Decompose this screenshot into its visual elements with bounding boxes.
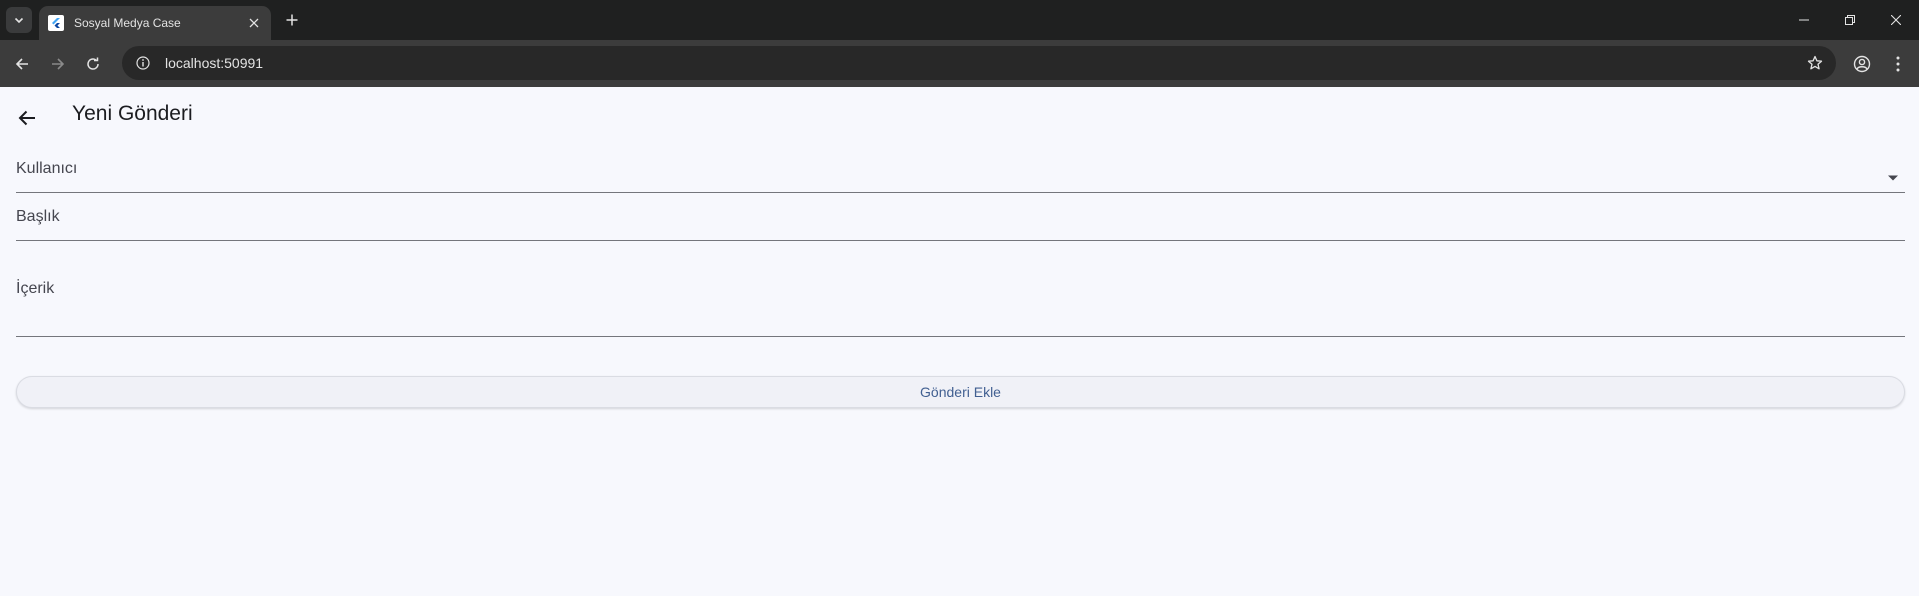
dropdown-arrow-icon: [1888, 175, 1898, 181]
page-title: Yeni Gönderi: [72, 102, 193, 125]
content-input[interactable]: İçerik: [16, 241, 1905, 337]
reload-icon: [87, 57, 99, 70]
restore-button[interactable]: [1827, 0, 1873, 40]
plus-icon: [286, 14, 298, 26]
back-button[interactable]: [12, 103, 42, 133]
close-tab-icon[interactable]: [245, 14, 263, 32]
forward-nav-button[interactable]: [47, 53, 69, 75]
address-bar[interactable]: localhost:50991: [122, 46, 1836, 80]
tab-title: Sosyal Medya Case: [74, 16, 181, 30]
kebab-menu-icon: [1896, 56, 1900, 72]
tab-search-button[interactable]: [6, 7, 32, 33]
app-page: Yeni Gönderi Kullanıcı Başlık İçerik Gön…: [0, 87, 1919, 596]
browser-toolbar: localhost:50991: [0, 40, 1919, 87]
back-nav-button[interactable]: [11, 53, 33, 75]
browser-menu-button[interactable]: [1887, 53, 1909, 75]
close-icon: [1891, 15, 1901, 25]
new-tab-button[interactable]: [282, 10, 302, 30]
title-input[interactable]: Başlık: [16, 193, 1905, 241]
site-info-icon[interactable]: [134, 54, 152, 72]
arrow-right-icon: [52, 58, 65, 70]
arrow-left-icon: [15, 58, 28, 70]
content-field-label: İçerik: [16, 280, 55, 297]
url-text: localhost:50991: [165, 55, 264, 71]
add-post-button[interactable]: Gönderi Ekle: [16, 376, 1905, 408]
browser-tab[interactable]: Sosyal Medya Case: [39, 6, 271, 40]
profile-button[interactable]: [1851, 53, 1873, 75]
chevron-down-icon: [14, 17, 24, 24]
minimize-icon: [1799, 19, 1809, 21]
browser-titlebar: Sosyal Medya Case: [0, 0, 1919, 40]
arrow-back-icon: [18, 110, 35, 126]
user-field-label: Kullanıcı: [16, 160, 78, 177]
user-dropdown[interactable]: Kullanıcı: [16, 143, 1905, 193]
window-controls: [1781, 0, 1919, 40]
restore-icon: [1845, 15, 1855, 25]
flutter-icon: [48, 15, 64, 31]
close-window-button[interactable]: [1873, 0, 1919, 40]
reload-button[interactable]: [82, 53, 104, 75]
bookmark-star-icon[interactable]: [1805, 53, 1825, 73]
minimize-button[interactable]: [1781, 0, 1827, 40]
title-field-label: Başlık: [16, 208, 60, 225]
account-icon: [1853, 55, 1871, 73]
app-bar: Yeni Gönderi: [0, 87, 1919, 143]
